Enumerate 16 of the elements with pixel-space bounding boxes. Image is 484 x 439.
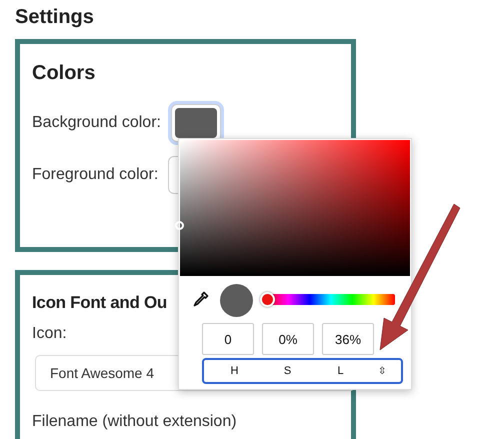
field-label: Filename (without extension) (32, 413, 237, 431)
panel-heading: Colors (32, 62, 96, 85)
color-label: Foreground color: (32, 166, 158, 184)
panel-heading: Icon Font and Ou (32, 293, 167, 313)
eyedropper-icon[interactable] (193, 291, 209, 307)
page-title: Settings (15, 6, 94, 29)
value-field[interactable]: 36% (322, 323, 374, 355)
color-mode-toggle[interactable]: H S L ⇳ (202, 358, 403, 384)
field-label: Icon: (32, 325, 67, 343)
color-label: Background color: (32, 114, 161, 132)
value-field[interactable]: 0% (262, 323, 314, 355)
hue-thumb[interactable] (260, 292, 275, 307)
color-swatch[interactable] (170, 104, 221, 142)
value-field[interactable]: 0 (202, 323, 254, 355)
color-preview (220, 284, 253, 317)
picker-cursor[interactable] (175, 221, 184, 230)
